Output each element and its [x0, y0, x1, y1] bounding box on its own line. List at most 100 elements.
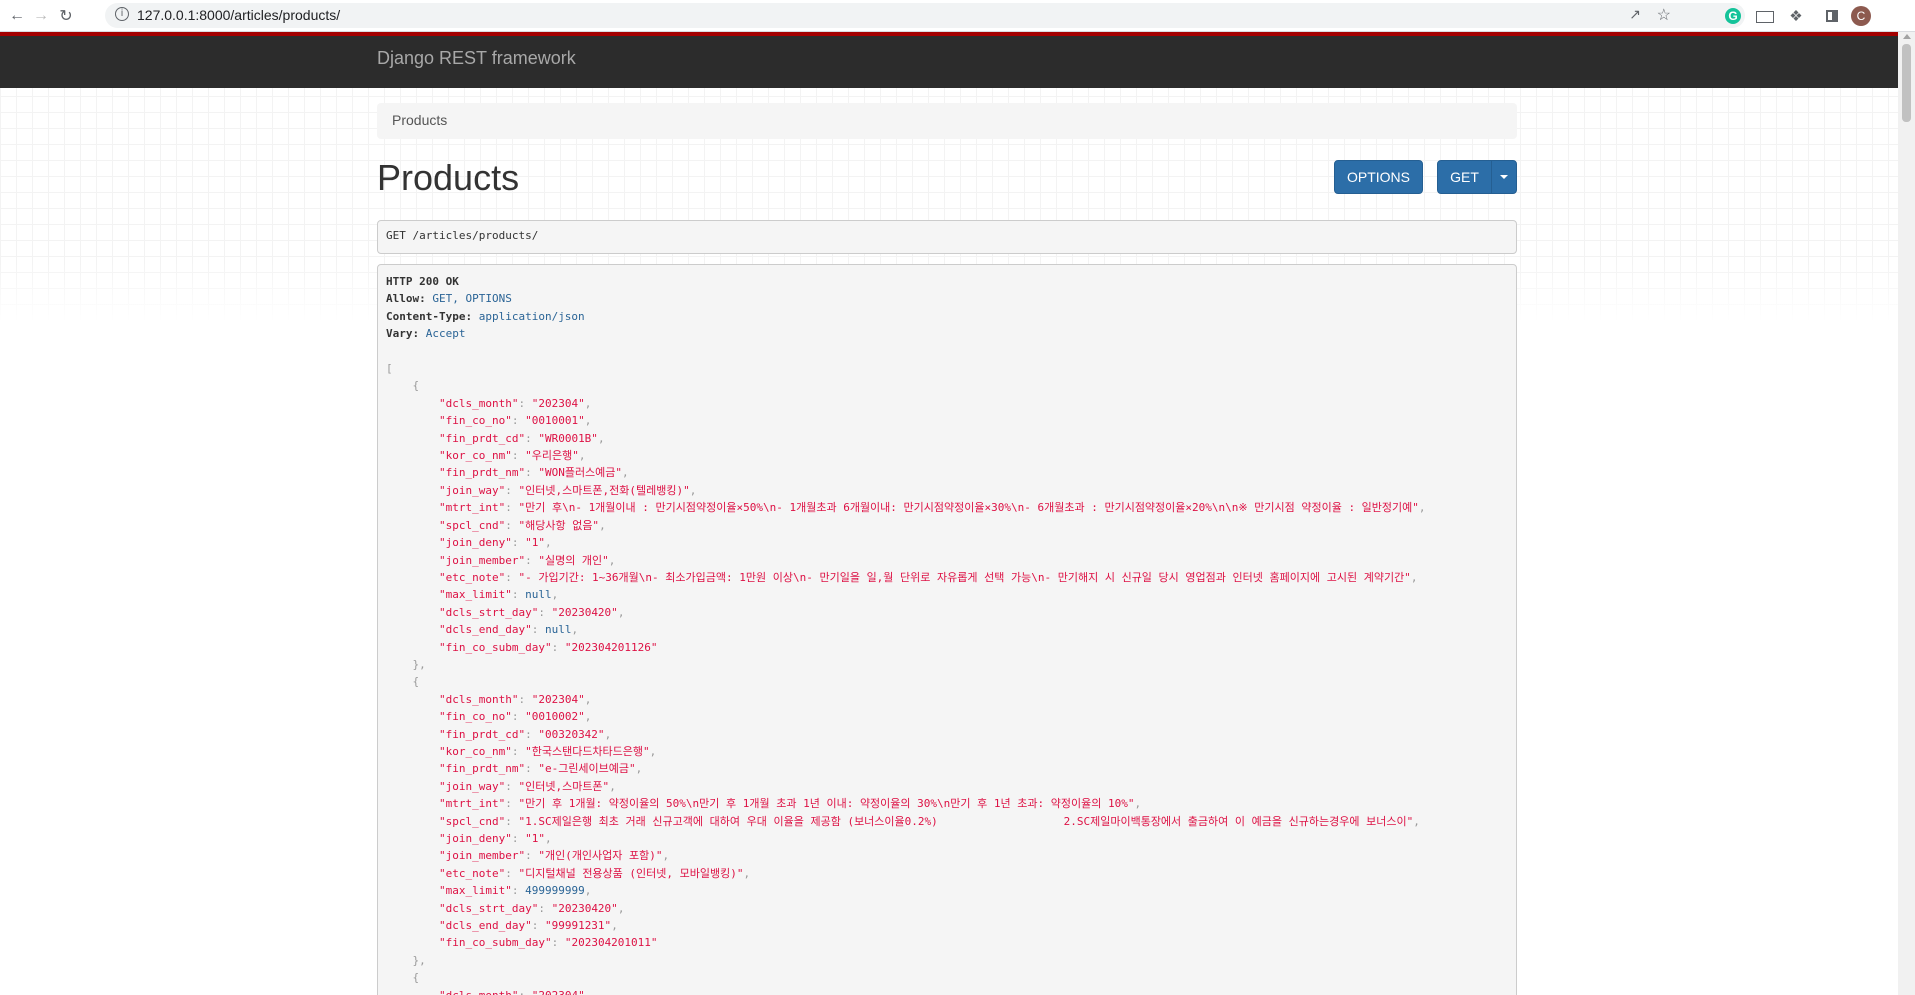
json-value: "한국스탠다드차타드은행": [525, 744, 650, 758]
json-key: "dcls_end_day": [438, 623, 532, 637]
json-value: "202304201126": [564, 640, 658, 654]
scroll-up-icon[interactable]: [1903, 34, 1911, 39]
json-comma: ,: [1134, 797, 1142, 811]
json-key: "dcls_strt_day": [438, 605, 539, 619]
browser-toolbar: ← → ↻ i 127.0.0.1:8000/articles/products…: [0, 0, 1915, 32]
avatar[interactable]: C: [1851, 6, 1871, 26]
back-arrow-icon[interactable]: ←: [6, 5, 28, 27]
json-colon: :: [538, 605, 552, 619]
options-button[interactable]: OPTIONS: [1334, 160, 1423, 194]
json-colon: :: [511, 832, 526, 845]
json-key: "fin_co_subm_day": [438, 936, 552, 950]
json-value: null: [544, 623, 572, 637]
json-colon: :: [525, 849, 539, 863]
json-comma: ,: [544, 832, 552, 845]
json-key: "dcls_month": [438, 692, 519, 706]
json-comma: ,: [1410, 570, 1418, 584]
json-key: "spcl_cnd": [438, 814, 506, 828]
response-status: HTTP 200 OK: [386, 275, 459, 288]
navbar: Django REST framework: [0, 32, 1898, 88]
json-colon: :: [511, 744, 526, 758]
json-key: "dcls_month": [438, 396, 519, 410]
json-comma: ,: [611, 919, 618, 933]
json-comma: ,: [617, 605, 625, 619]
json-comma: ,: [743, 866, 751, 880]
json-comma: ,: [597, 431, 605, 445]
json-colon: :: [505, 814, 519, 828]
json-value: "디지털채널 전용상품 (인터넷, 모바일뱅킹)": [518, 866, 744, 880]
info-icon[interactable]: i: [115, 7, 129, 21]
json-comma: ,: [584, 884, 592, 898]
json-value: "202304": [531, 396, 585, 410]
json-comma: ,: [585, 989, 592, 995]
side-panel-icon[interactable]: [1826, 10, 1838, 22]
json-colon: :: [505, 518, 519, 532]
get-button[interactable]: GET: [1437, 160, 1492, 194]
star-icon[interactable]: ☆: [1657, 5, 1671, 25]
response-header-value: Accept: [425, 327, 466, 341]
url-text[interactable]: 127.0.0.1:8000/articles/products/: [137, 7, 340, 23]
scrollbar-thumb[interactable]: [1902, 44, 1911, 122]
json-value: "202304": [532, 989, 585, 995]
json-value: "20230420": [551, 605, 618, 619]
address-bar[interactable]: i 127.0.0.1:8000/articles/products/ ↗ ☆: [105, 3, 1745, 28]
json-key: "join_way": [438, 483, 506, 497]
json-value: "WR0001B": [538, 431, 598, 445]
json-value: "만기 후 1개월: 약정이율의 50%\n만기 후 1개월 초과 1년 이내:…: [518, 797, 1135, 811]
json-value: "1": [525, 536, 545, 550]
json-comma: ,: [689, 483, 697, 497]
json-value: "실명의 개인": [538, 553, 609, 567]
json-comma: ,: [604, 727, 612, 741]
json-value: null: [525, 588, 552, 602]
json-brace: {: [412, 971, 420, 985]
json-value: "202304201011": [564, 936, 658, 950]
json-colon: :: [525, 431, 539, 445]
json-key: "fin_co_subm_day": [438, 640, 552, 654]
json-colon: :: [505, 501, 519, 515]
extension-box-icon[interactable]: [1756, 11, 1774, 23]
vertical-scrollbar[interactable]: [1898, 32, 1915, 995]
json-comma: ,: [584, 692, 592, 706]
json-key: "dcls_month": [439, 989, 518, 995]
json-key: "dcls_strt_day": [438, 901, 539, 915]
json-value: "인터넷,스마트폰": [518, 779, 610, 793]
json-brace: {: [412, 675, 420, 689]
json-key: "fin_co_no": [438, 710, 512, 724]
json-brace: },: [412, 657, 426, 671]
json-comma: ,: [584, 414, 592, 428]
get-format-dropdown-button[interactable]: [1491, 160, 1517, 194]
json-colon: :: [518, 989, 531, 995]
json-colon: :: [505, 866, 519, 880]
json-comma: ,: [584, 710, 592, 724]
response-info: HTTP 200 OK Allow: GET, OPTIONS Content-…: [377, 264, 1517, 995]
json-value: "99991231": [544, 919, 612, 933]
forward-arrow-icon[interactable]: →: [30, 5, 52, 27]
breadcrumb-item-products: Products: [392, 112, 448, 128]
json-key: "fin_prdt_cd": [438, 727, 526, 741]
breadcrumb: Products: [377, 103, 1517, 139]
json-colon: :: [531, 623, 545, 637]
json-value: "WON플러스예금": [538, 466, 623, 480]
json-colon: :: [511, 449, 526, 463]
json-key: "fin_co_no": [438, 414, 512, 428]
grammarly-icon[interactable]: G: [1725, 8, 1741, 24]
json-colon: :: [538, 901, 552, 915]
json-value: "- 가입기간: 1~36개월\n- 최소가입금액: 1만원 이상\n- 만기일…: [518, 570, 1411, 584]
puzzle-icon[interactable]: ❖: [1786, 6, 1806, 26]
navbar-brand[interactable]: Django REST framework: [377, 48, 576, 69]
json-comma: ,: [662, 849, 670, 863]
json-bracket: [: [386, 362, 393, 376]
json-key: "join_member": [438, 553, 526, 567]
share-icon[interactable]: ↗: [1629, 6, 1641, 23]
json-comma: ,: [617, 901, 625, 915]
json-comma: ,: [571, 623, 579, 637]
json-key: "etc_note": [438, 866, 506, 880]
json-value: "1": [525, 832, 545, 845]
reload-icon[interactable]: ↻: [55, 5, 77, 27]
json-key: "fin_prdt_cd": [438, 431, 526, 445]
json-key: "join_deny": [438, 536, 512, 550]
json-comma: ,: [584, 396, 592, 410]
json-key: "join_way": [438, 779, 506, 793]
json-value: "1.SC제일은행 최초 거래 신규고객에 대하여 우대 이율을 제공함 (보너…: [518, 814, 1414, 828]
json-value: "우리은행": [525, 449, 579, 463]
